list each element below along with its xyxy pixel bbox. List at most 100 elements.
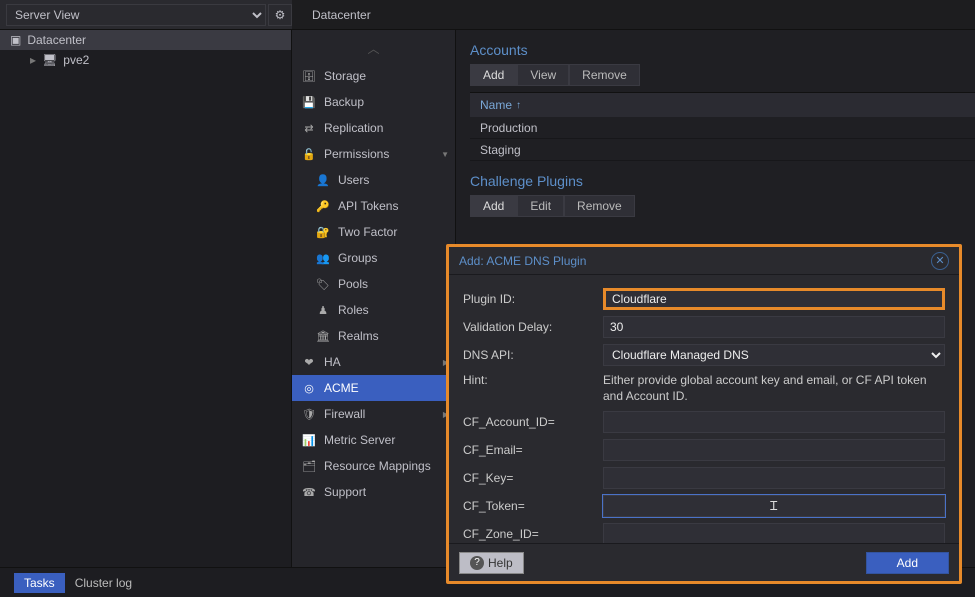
sidebar-item-label: Backup <box>324 95 364 109</box>
plugins-edit-button[interactable]: Edit <box>517 195 564 217</box>
accounts-remove-button[interactable]: Remove <box>569 64 640 86</box>
plugins-add-button[interactable]: Add <box>470 195 517 217</box>
backup-icon: 💾 <box>302 96 316 109</box>
cf-email-input[interactable] <box>603 439 945 461</box>
sidebar-item-ha[interactable]: ❤HA▶ <box>292 349 455 375</box>
cf-key-label: CF_Key= <box>463 471 603 485</box>
resource-tree: ▣ Datacenter ▸ 🖥 pve2 <box>0 30 292 567</box>
breadcrumb: Datacenter <box>292 0 975 30</box>
accounts-col-name[interactable]: Name ↑ <box>470 93 975 117</box>
sidebar-item-two-factor[interactable]: 🔐 Two Factor <box>292 219 455 245</box>
sidebar-item-label: HA <box>324 355 341 369</box>
gear-icon: ⚙ <box>275 8 286 22</box>
dialog-title: Add: ACME DNS Plugin <box>459 254 586 268</box>
plugins-remove-button[interactable]: Remove <box>564 195 635 217</box>
sidebar-item-label: Realms <box>338 329 379 343</box>
view-settings-button[interactable]: ⚙ <box>268 4 292 26</box>
cf-key-input[interactable] <box>603 467 945 489</box>
validation-delay-input[interactable] <box>603 316 945 338</box>
sidebar-item-label: Users <box>338 173 369 187</box>
plugins-toolbar: Add Edit Remove <box>470 195 975 217</box>
hint-label: Hint: <box>463 373 603 387</box>
table-row[interactable]: Staging <box>470 139 975 161</box>
datacenter-icon: ▣ <box>10 33 21 47</box>
dialog-footer: ? Help Add <box>449 543 959 581</box>
cf-zone-id-label: CF_Zone_ID= <box>463 527 603 541</box>
cf-token-input[interactable]: Ꮖ <box>603 495 945 517</box>
replication-icon: ⇄ <box>302 122 316 135</box>
sidebar-item-users[interactable]: 👤 Users <box>292 167 455 193</box>
sidebar-item-label: Storage <box>324 69 366 83</box>
dialog-close-button[interactable]: ✕ <box>931 252 949 270</box>
sidebar-item-resource-mappings[interactable]: 🗂 Resource Mappings <box>292 453 455 479</box>
accounts-toolbar: Add View Remove <box>470 64 975 86</box>
sidebar-item-roles[interactable]: ♟Roles <box>292 297 455 323</box>
accounts-grid: Name ↑ ProductionStaging <box>470 92 975 161</box>
collapse-icon[interactable]: ︿ <box>292 40 455 57</box>
table-row[interactable]: Production <box>470 117 975 139</box>
permissions-icon: 🔓 <box>302 148 316 161</box>
plugin-id-input[interactable] <box>603 288 945 310</box>
sidebar-item-storage[interactable]: 🗄 Storage <box>292 63 455 89</box>
support-icon: ☎ <box>302 486 316 499</box>
groups-icon: 👥 <box>316 252 330 265</box>
accounts-view-button[interactable]: View <box>517 64 569 86</box>
add-acme-dns-plugin-dialog: Add: ACME DNS Plugin ✕ Plugin ID: Valida… <box>446 244 962 584</box>
users-icon: 👤 <box>316 174 330 187</box>
tree-datacenter[interactable]: ▣ Datacenter <box>0 30 291 50</box>
sidebar-item-label: Metric Server <box>324 433 395 447</box>
help-icon: ? <box>470 556 484 570</box>
sidebar-item-label: Pools <box>338 277 368 291</box>
twofactor-icon: 🔐 <box>316 226 330 239</box>
text-cursor-icon: Ꮖ <box>770 499 778 514</box>
cf-zone-id-input[interactable] <box>603 523 945 543</box>
plugins-title: Challenge Plugins <box>470 173 975 189</box>
metric-icon: 📊 <box>302 434 316 447</box>
cf-email-label: CF_Email= <box>463 443 603 457</box>
sidebar-item-label: Resource Mappings <box>324 459 431 473</box>
sidebar-item-label: Roles <box>338 303 369 317</box>
sidebar-item-label: ACME <box>324 381 359 395</box>
sidebar-item-firewall[interactable]: 🛡Firewall▶ <box>292 401 455 427</box>
server-icon: 🖥 <box>42 53 57 67</box>
sidebar-item-acme[interactable]: ◎ACME <box>292 375 455 401</box>
view-selector[interactable]: Server View <box>6 4 266 26</box>
dns-api-label: DNS API: <box>463 348 603 362</box>
ha-icon: ❤ <box>302 356 316 369</box>
sidebar-item-pools[interactable]: 🏷Pools <box>292 271 455 297</box>
sidebar-item-permissions[interactable]: 🔓Permissions▼ <box>292 141 455 167</box>
plugins-section: Challenge Plugins Add Edit Remove <box>456 161 975 217</box>
cf-account-id-label: CF_Account_ID= <box>463 415 603 429</box>
hint-text: Either provide global account key and em… <box>603 373 945 404</box>
expand-icon: ▸ <box>30 53 36 67</box>
dialog-add-button[interactable]: Add <box>866 552 949 574</box>
tab-tasks[interactable]: Tasks <box>14 573 65 593</box>
tokens-icon: 🔑 <box>316 200 330 213</box>
sidebar-item-label: Groups <box>338 251 377 265</box>
config-submenu: ︿ 🗄 Storage 💾 Backup ⇄ Replication 🔓Permission… <box>292 30 456 567</box>
sidebar-item-groups[interactable]: 👥 Groups <box>292 245 455 271</box>
dns-api-select[interactable]: Cloudflare Managed DNS <box>603 344 945 366</box>
dialog-body: Plugin ID: Validation Delay: DNS API: Cl… <box>449 275 959 543</box>
cf-token-label: CF_Token= <box>463 499 603 513</box>
firewall-icon: 🛡 <box>302 408 316 421</box>
cf-account-id-input[interactable] <box>603 411 945 433</box>
storage-icon: 🗄 <box>302 70 316 83</box>
sidebar-item-label: Replication <box>324 121 383 135</box>
validation-delay-label: Validation Delay: <box>463 320 603 334</box>
sidebar-item-label: Firewall <box>324 407 365 421</box>
sidebar-item-realms[interactable]: 🏛Realms <box>292 323 455 349</box>
tree-node-pve2[interactable]: ▸ 🖥 pve2 <box>0 50 291 70</box>
mappings-icon: 🗂 <box>302 460 316 473</box>
sidebar-item-label: API Tokens <box>338 199 398 213</box>
tab-cluster-log[interactable]: Cluster log <box>65 573 142 593</box>
close-icon: ✕ <box>935 254 944 267</box>
sidebar-item-api-tokens[interactable]: 🔑 API Tokens <box>292 193 455 219</box>
sidebar-item-metric-server[interactable]: 📊 Metric Server <box>292 427 455 453</box>
sidebar-item-replication[interactable]: ⇄ Replication <box>292 115 455 141</box>
sidebar-item-backup[interactable]: 💾 Backup <box>292 89 455 115</box>
accounts-add-button[interactable]: Add <box>470 64 517 86</box>
sidebar-item-support[interactable]: ☎Support <box>292 479 455 505</box>
sidebar-item-label: Two Factor <box>338 225 397 239</box>
help-button[interactable]: ? Help <box>459 552 524 574</box>
